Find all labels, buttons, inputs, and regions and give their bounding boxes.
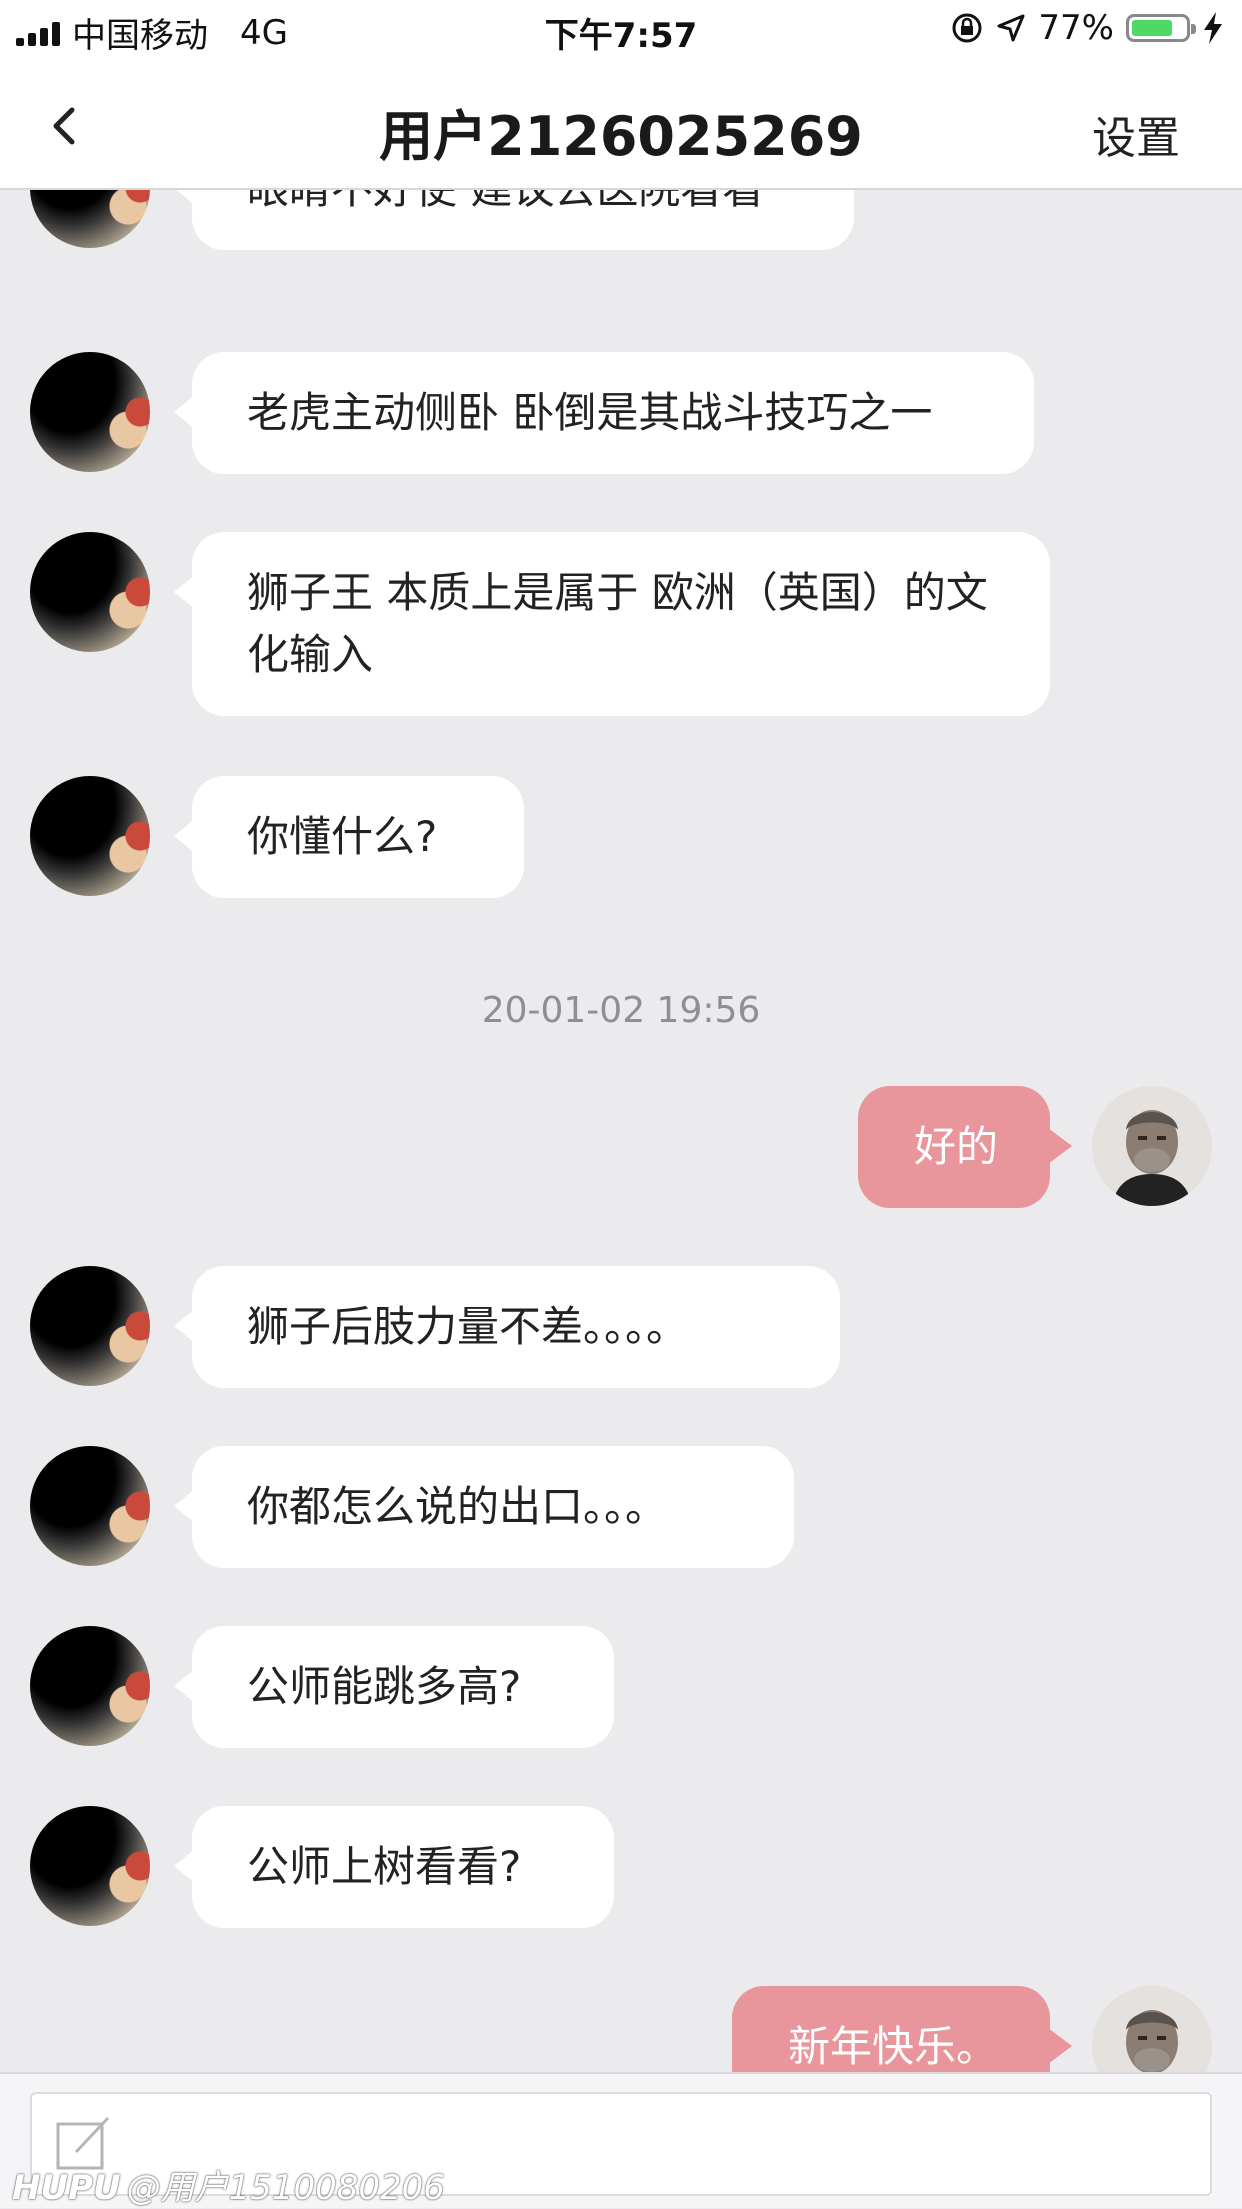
message-text: 你都怎么说的出口。。。 <box>247 1482 668 1531</box>
settings-button[interactable]: 设置 <box>1092 102 1180 166</box>
message-text: 狮子王 本质上是属于 欧洲（英国）的文化输入 <box>247 568 988 679</box>
my-avatar[interactable] <box>1092 1086 1212 1206</box>
status-right: 77% <box>950 8 1224 48</box>
message-text: 公师上树看看? <box>247 1842 522 1891</box>
message-text: 眼睛不好使 建议去医院看看 <box>247 190 764 213</box>
message-bubble[interactable]: 新年快乐。 <box>731 1986 1073 2072</box>
watermark-brand: HUPU <box>12 2168 121 2208</box>
portrait-image <box>1092 1086 1212 1206</box>
battery-percent: 77% <box>1038 8 1114 48</box>
sender-avatar[interactable] <box>30 190 150 248</box>
sender-avatar[interactable] <box>30 352 150 472</box>
sender-avatar[interactable] <box>30 1626 150 1746</box>
message-bubble[interactable]: 好的 <box>857 1086 1073 1208</box>
message-text: 老虎主动侧卧 卧倒是其战斗技巧之一 <box>247 388 933 437</box>
page-title: 用户2126025269 <box>379 105 863 168</box>
charging-bolt-icon <box>1204 12 1222 44</box>
location-arrow-icon <box>997 14 1025 42</box>
message-text: 好的 <box>913 1122 998 1171</box>
watermark-user: @用户1510080206 <box>126 2168 445 2208</box>
status-bar: 中国移动 4G 下午7:57 77% <box>0 0 1242 62</box>
message-bubble[interactable]: 你懂什么? <box>174 776 524 898</box>
message-bubble[interactable]: 老虎主动侧卧 卧倒是其战斗技巧之一 <box>174 352 1034 474</box>
my-avatar[interactable] <box>1092 1986 1212 2072</box>
watermark: HUPU @用户1510080206 <box>12 2160 445 2209</box>
message-bubble[interactable]: 公师能跳多高? <box>174 1626 614 1748</box>
chat-timestamp: 20-01-02 19:56 <box>481 990 761 1031</box>
message-bubble[interactable]: 狮子后肢力量不差。。。。 <box>174 1266 840 1388</box>
orientation-lock-icon <box>952 13 982 43</box>
message-text: 你懂什么? <box>247 812 438 861</box>
message-bubble[interactable]: 公师上树看看? <box>174 1806 614 1928</box>
battery-icon <box>1126 14 1196 42</box>
nav-bar: 用户2126025269 设置 <box>0 62 1242 190</box>
message-bubble[interactable]: 你都怎么说的出口。。。 <box>174 1446 794 1568</box>
message-bubble[interactable]: 眼睛不好使 建议去医院看看 <box>174 190 854 250</box>
message-text: 新年快乐。 <box>787 2022 998 2071</box>
chat-list[interactable]: 眼睛不好使 建议去医院看看 老虎主动侧卧 卧倒是其战斗技巧之一 狮子王 本质上是… <box>0 190 1242 2072</box>
sender-avatar[interactable] <box>30 776 150 896</box>
sender-avatar[interactable] <box>30 1806 150 1926</box>
message-bubble[interactable]: 狮子王 本质上是属于 欧洲（英国）的文化输入 <box>174 532 1050 716</box>
sender-avatar[interactable] <box>30 532 150 652</box>
sender-avatar[interactable] <box>30 1446 150 1566</box>
battery-level <box>1132 20 1172 36</box>
message-text: 公师能跳多高? <box>247 1662 522 1711</box>
portrait-image <box>1092 1986 1212 2072</box>
sender-avatar[interactable] <box>30 1266 150 1386</box>
message-text: 狮子后肢力量不差。。。。 <box>247 1302 689 1351</box>
